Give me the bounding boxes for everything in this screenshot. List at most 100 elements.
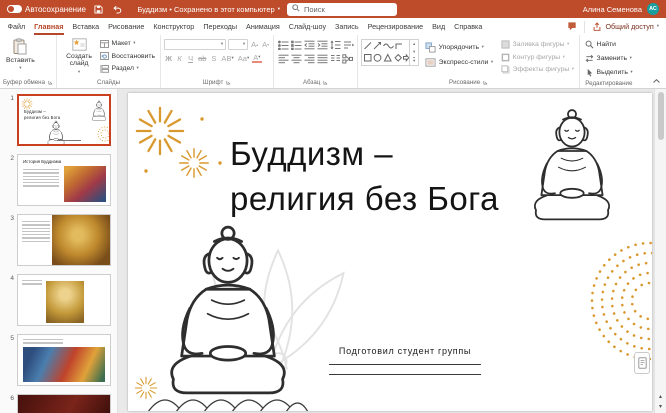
reset-icon xyxy=(100,52,109,60)
shape-outline-button[interactable]: Контур фигуры ▾ xyxy=(499,52,576,63)
comments-icon[interactable] xyxy=(567,21,577,33)
signature-line xyxy=(57,144,81,145)
tab-draw[interactable]: Рисование xyxy=(104,18,149,35)
slide-thumbnail-6[interactable]: 6 xyxy=(0,394,117,413)
italic-button[interactable]: К xyxy=(175,53,184,63)
slide-thumbnail-3[interactable]: 3 xyxy=(0,214,117,266)
collapse-ribbon-button[interactable] xyxy=(651,77,661,85)
dotted-circle-decoration xyxy=(580,231,652,371)
increase-indent-icon[interactable] xyxy=(316,39,328,50)
layout-button[interactable]: Макет ▾ xyxy=(98,38,157,49)
quick-styles-button[interactable]: Экспресс-стили ▾ xyxy=(423,57,495,68)
undo-icon[interactable] xyxy=(111,3,124,16)
tab-transitions[interactable]: Переходы xyxy=(199,18,242,35)
dialog-launcher-icon[interactable] xyxy=(48,80,53,85)
slide-2-preview[interactable]: История Буддизма xyxy=(17,154,111,206)
autosave-toggle[interactable] xyxy=(7,5,22,13)
tab-help[interactable]: Справка xyxy=(450,18,487,35)
strikethrough-button[interactable]: ab xyxy=(197,53,207,63)
underline-button[interactable]: Ч xyxy=(186,53,195,63)
shrink-font-button[interactable]: А▾ xyxy=(261,40,270,50)
font-name-select[interactable]: ▾ xyxy=(164,39,226,50)
dialog-launcher-icon[interactable] xyxy=(323,80,328,85)
canvas-side-tool-button[interactable] xyxy=(634,352,650,374)
shape-effects-button[interactable]: Эффекты фигуры ▾ xyxy=(499,64,576,75)
signature-line xyxy=(329,374,481,375)
buddha-drawing-right[interactable] xyxy=(518,106,626,232)
document-title[interactable]: Буддизм • Сохранено в этот компьютер ▾ xyxy=(137,0,280,18)
replace-button[interactable]: Заменить ▾ xyxy=(583,53,635,64)
find-button[interactable]: Найти xyxy=(583,39,635,50)
shapes-gallery[interactable]: ▴ ▾ ▾ xyxy=(361,39,419,66)
text-shadow-button[interactable]: S xyxy=(209,53,218,63)
dialog-launcher-icon[interactable] xyxy=(226,80,231,85)
vertical-scrollbar[interactable]: ▴ ▾ xyxy=(654,89,666,413)
tab-animations[interactable]: Анимация xyxy=(242,18,285,35)
justify-icon[interactable] xyxy=(316,53,328,64)
powerpoint-window: Автосохранение Буддизм • Сохранено в это… xyxy=(0,0,666,413)
font-color-button[interactable]: А▾ xyxy=(252,54,261,63)
tab-home[interactable]: Главная xyxy=(30,18,68,35)
align-right-icon[interactable] xyxy=(303,53,315,64)
align-center-icon[interactable] xyxy=(290,53,302,64)
share-button[interactable]: Общий доступ ▾ xyxy=(584,21,659,33)
slide-thumbnail-2[interactable]: 2 История Буддизма xyxy=(0,154,117,206)
section-button[interactable]: Раздел ▾ xyxy=(98,63,157,74)
slide-4-preview[interactable] xyxy=(17,274,111,326)
character-spacing-button[interactable]: АВ▾ xyxy=(220,53,234,63)
grow-font-button[interactable]: А▴ xyxy=(250,40,259,50)
tab-insert[interactable]: Вставка xyxy=(68,18,104,35)
font-group-label: Шрифт xyxy=(164,77,270,88)
tab-file[interactable]: Файл xyxy=(3,18,30,35)
slide-editing-area[interactable]: Буддизм – религия без Бога Подготовил ст… xyxy=(128,93,652,411)
drawing-group: ▴ ▾ ▾ Упорядочить ▾ Экспресс-стили ▾ xyxy=(358,35,580,88)
tab-design[interactable]: Конструктор xyxy=(149,18,199,35)
slide-title[interactable]: Буддизм – религия без Бога xyxy=(230,131,499,221)
arrange-button[interactable]: Упорядочить ▾ xyxy=(423,42,495,53)
numbering-icon[interactable] xyxy=(290,39,302,50)
select-button[interactable]: Выделить ▾ xyxy=(583,67,635,78)
slide-subtitle[interactable]: Подготовил студент группы xyxy=(305,346,505,375)
scrollbar-thumb[interactable] xyxy=(658,92,664,140)
signature-line xyxy=(57,140,81,141)
slide-6-preview[interactable] xyxy=(17,394,111,413)
shapes-gallery-scroll[interactable]: ▴ ▾ ▾ xyxy=(409,40,418,65)
reset-button[interactable]: Восстановить xyxy=(98,51,157,62)
align-left-icon[interactable] xyxy=(277,53,289,64)
decrease-indent-icon[interactable] xyxy=(303,39,315,50)
font-size-select[interactable]: ▾ xyxy=(228,39,248,50)
tab-record[interactable]: Запись xyxy=(331,18,364,35)
new-slide-button[interactable]: Создать слайд ▾ xyxy=(60,35,98,74)
slide-image xyxy=(64,166,106,202)
tab-review[interactable]: Рецензирование xyxy=(363,18,428,35)
font-group: ▾ ▾ А▴ А▾ Ж К Ч ab S АВ▾ Аа▾ А▾ xyxy=(161,35,274,88)
bold-button[interactable]: Ж xyxy=(164,53,173,63)
search-input[interactable] xyxy=(304,5,392,14)
slide-thumbnail-1[interactable]: 1 Буддизм – религия без Бога xyxy=(0,94,117,146)
slide-thumbnail-5[interactable]: 5 xyxy=(0,334,117,386)
slide-5-preview[interactable] xyxy=(17,334,111,386)
previous-slide-button[interactable]: ▴ xyxy=(659,394,662,400)
avatar[interactable]: АС xyxy=(647,3,659,15)
shape-fill-button[interactable]: Заливка фигуры ▾ xyxy=(499,39,576,50)
slide-number: 3 xyxy=(4,214,14,222)
paste-button[interactable]: Вставить ▾ xyxy=(3,35,38,70)
text-placeholder xyxy=(23,339,63,346)
search-box[interactable] xyxy=(287,3,397,16)
next-slide-button[interactable]: ▾ xyxy=(659,404,662,410)
chevron-up-icon xyxy=(653,79,660,83)
columns-icon[interactable] xyxy=(329,53,341,64)
slide-3-preview[interactable] xyxy=(17,214,111,266)
line-spacing-icon[interactable] xyxy=(329,39,341,50)
save-icon[interactable] xyxy=(92,3,105,16)
buddha-drawing-left[interactable] xyxy=(146,221,310,411)
tab-slideshow[interactable]: Слайд-шоу xyxy=(284,18,330,35)
dialog-launcher-icon[interactable] xyxy=(483,80,488,85)
change-case-button[interactable]: Аа▾ xyxy=(237,53,251,63)
slide-thumbnail-4[interactable]: 4 xyxy=(0,274,117,326)
convert-to-smartart-icon[interactable] xyxy=(342,53,354,64)
bullets-icon[interactable] xyxy=(277,39,289,50)
text-direction-icon[interactable] xyxy=(342,39,354,50)
tab-view[interactable]: Вид xyxy=(428,18,450,35)
slide-1-preview[interactable]: Буддизм – религия без Бога xyxy=(17,94,111,146)
